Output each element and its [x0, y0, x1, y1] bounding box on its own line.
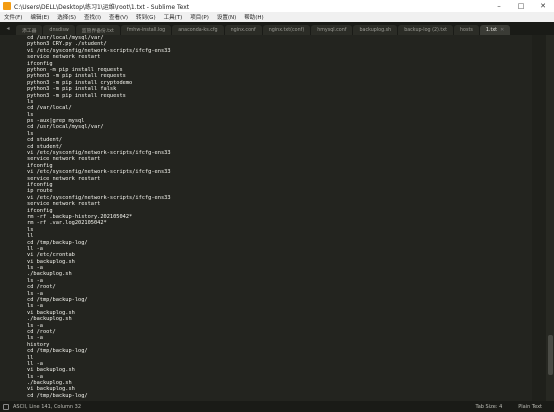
tab-label: 监管界备份.txt	[81, 28, 114, 34]
tab-6[interactable]: nginx.txt(conf)	[262, 25, 311, 35]
tab-label: hosts	[460, 27, 473, 33]
menu-preferences[interactable]: 设置(N)	[213, 13, 240, 21]
code-line[interactable]: 6104cd /tmp/backup-log/	[27, 393, 532, 399]
minimize-icon[interactable]: –	[488, 0, 510, 12]
code-view[interactable]: 6048cd /usr/local/mysql/var/6049python3 …	[27, 35, 532, 401]
sublime-window: C:\Users\DELL\Desktop\练习1\运维\root\1.txt …	[0, 0, 554, 412]
tab-4[interactable]: anaconda-ks.cfg	[172, 25, 224, 35]
status-right: Tab Size: 4 Plain Text	[475, 404, 554, 410]
window-title: C:\Users\DELL\Desktop\练习1\运维\root\1.txt …	[14, 3, 190, 11]
tab-size-setting[interactable]: Tab Size: 4	[475, 404, 502, 410]
line-text: cd /tmp/backup-log/	[27, 392, 88, 399]
tab-5[interactable]: nginx.conf	[224, 25, 262, 35]
tab-10[interactable]: hosts	[454, 25, 479, 35]
status-bar: ASCII, Line 141, Column 32 Tab Size: 4 P…	[0, 401, 554, 412]
tab-3[interactable]: fmhw-install.log	[120, 25, 172, 35]
window-controls: – □ ✕	[488, 0, 554, 12]
vertical-scrollbar[interactable]	[546, 35, 554, 401]
tab-label: 1.txt	[485, 27, 498, 33]
tab-label: backup-log (2).txt	[404, 27, 448, 33]
tab-label: nginx.conf	[230, 27, 256, 33]
syntax-setting[interactable]: Plain Text	[518, 404, 542, 410]
panel-toggle-icon[interactable]	[3, 403, 9, 410]
tab-label: dnsdisw	[49, 27, 69, 33]
menu-goto[interactable]: 转到(G)	[132, 13, 160, 21]
tab-9[interactable]: backup-log (2).txt	[398, 25, 454, 35]
editor-area[interactable]: 6048cd /usr/local/mysql/var/6049python3 …	[0, 35, 554, 401]
status-position: ASCII, Line 141, Column 32	[13, 403, 82, 410]
tab-label: backuplog.sh	[359, 27, 392, 33]
tab-label: 添工器	[22, 28, 37, 34]
line-number-gutter	[0, 35, 26, 401]
scrollbar-thumb[interactable]	[548, 335, 553, 375]
minimap[interactable]	[532, 35, 546, 401]
menu-project[interactable]: 项目(P)	[186, 13, 213, 21]
menu-edit[interactable]: 编辑(E)	[26, 13, 53, 21]
tab-7[interactable]: hmysql.conf	[311, 25, 353, 35]
tab-2[interactable]: 监管界备份.txt	[75, 25, 120, 35]
close-icon[interactable]: ✕	[532, 0, 554, 12]
tab-label: fmhw-install.log	[126, 27, 166, 33]
menu-tools[interactable]: 工具(T)	[160, 13, 187, 21]
tab-label: nginx.txt(conf)	[268, 27, 305, 33]
tab-0[interactable]: 添工器	[16, 25, 43, 35]
menu-find[interactable]: 查找(I)	[80, 13, 105, 21]
maximize-icon[interactable]: □	[510, 0, 532, 12]
menu-view[interactable]: 查看(V)	[105, 13, 132, 21]
tab-8[interactable]: backuplog.sh	[353, 25, 398, 35]
menu-file[interactable]: 文件(F)	[0, 13, 26, 21]
menu-bar: 文件(F) 编辑(E) 选择(S) 查找(I) 查看(V) 转到(G) 工具(T…	[0, 12, 554, 22]
menu-selection[interactable]: 选择(S)	[53, 13, 80, 21]
tab-label: anaconda-ks.cfg	[178, 27, 218, 33]
tab-bar: ◂ 添工器 dnsdisw 监管界备份.txt fmhw-install.log…	[0, 22, 554, 35]
tab-close-icon[interactable]: ✕	[500, 27, 504, 33]
tab-1[interactable]: dnsdisw	[43, 25, 75, 35]
menu-help[interactable]: 帮助(H)	[240, 13, 267, 21]
tab-scroll-left-icon[interactable]: ◂	[0, 22, 16, 35]
tab-label: hmysql.conf	[317, 27, 347, 33]
sublime-app-icon	[3, 2, 11, 10]
title-bar: C:\Users\DELL\Desktop\练习1\运维\root\1.txt …	[0, 0, 554, 12]
tab-active[interactable]: 1.txt ✕	[479, 25, 511, 35]
